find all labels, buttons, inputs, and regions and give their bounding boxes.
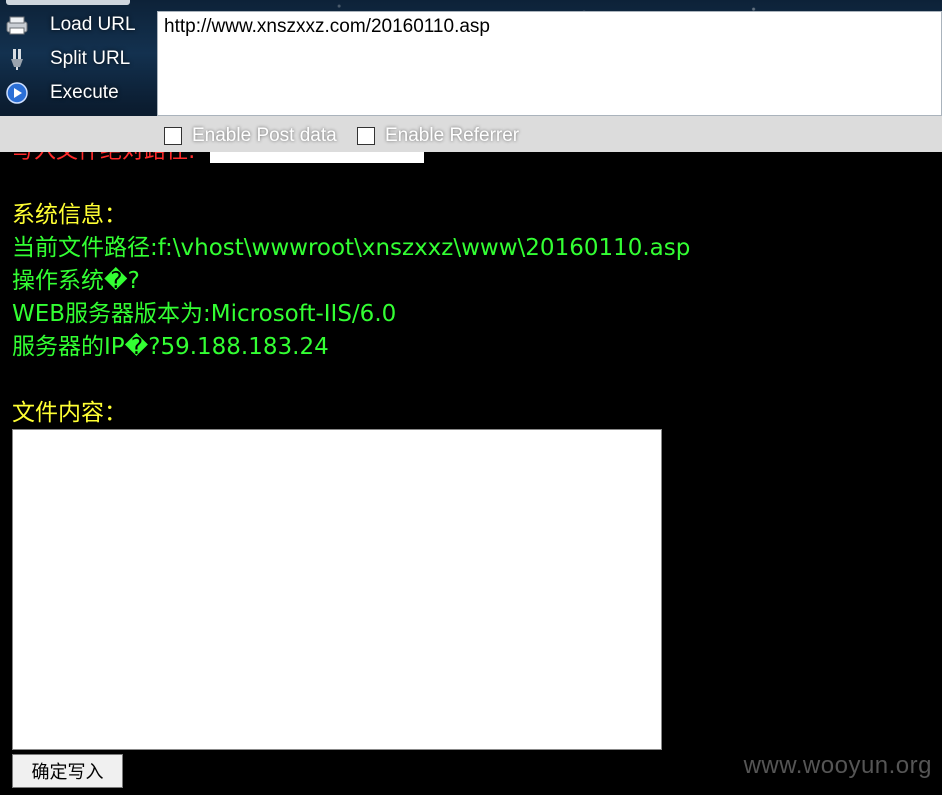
operating-system: 操作系统�?	[12, 268, 140, 294]
execute-label: Execute	[50, 82, 119, 103]
execute-button[interactable]: Execute	[0, 78, 150, 108]
split-url-label: Split URL	[50, 48, 131, 69]
enable-post-data-option[interactable]: Enable Post data	[164, 125, 337, 147]
hackbar-toolbar: Load URL Split URL Execute http://www.xn…	[0, 0, 942, 152]
file-content-textarea[interactable]	[12, 429, 662, 750]
split-url-button[interactable]: Split URL	[0, 44, 150, 74]
server-ip: 服务器的IP�?59.188.183.24	[12, 334, 329, 360]
options-bar: Enable Post data Enable Referrer	[0, 116, 942, 152]
url-input[interactable]: http://www.xnszxxz.com/20160110.asp	[157, 11, 942, 116]
system-info-heading: 系统信息：	[12, 202, 127, 228]
confirm-write-button[interactable]: 确定写入	[12, 754, 123, 788]
enable-post-data-label: Enable Post data	[192, 125, 337, 146]
web-server-version: WEB服务器版本为:Microsoft-IIS/6.0	[12, 301, 397, 327]
write-path-input[interactable]	[210, 152, 424, 163]
current-file-path: 当前文件路径:f:\vhost\wwwroot\xnszxxz\www\2016…	[12, 235, 691, 261]
enable-post-data-checkbox[interactable]	[164, 127, 182, 145]
page: Load URL Split URL Execute http://www.xn…	[0, 0, 942, 795]
file-content-heading: 文件内容：	[12, 400, 127, 426]
enable-referrer-option[interactable]: Enable Referrer	[357, 125, 519, 147]
load-url-icon	[4, 12, 30, 38]
enable-referrer-label: Enable Referrer	[385, 125, 520, 146]
enable-referrer-checkbox[interactable]	[357, 127, 375, 145]
write-path-label: 写入文件绝对路径:	[12, 152, 195, 164]
watermark: www.wooyun.org	[743, 752, 932, 779]
load-url-button[interactable]: Load URL	[0, 10, 150, 40]
load-url-label: Load URL	[50, 14, 136, 35]
execute-icon	[4, 80, 30, 106]
toolbar-top-tab[interactable]	[6, 0, 130, 5]
split-url-icon	[4, 46, 30, 72]
